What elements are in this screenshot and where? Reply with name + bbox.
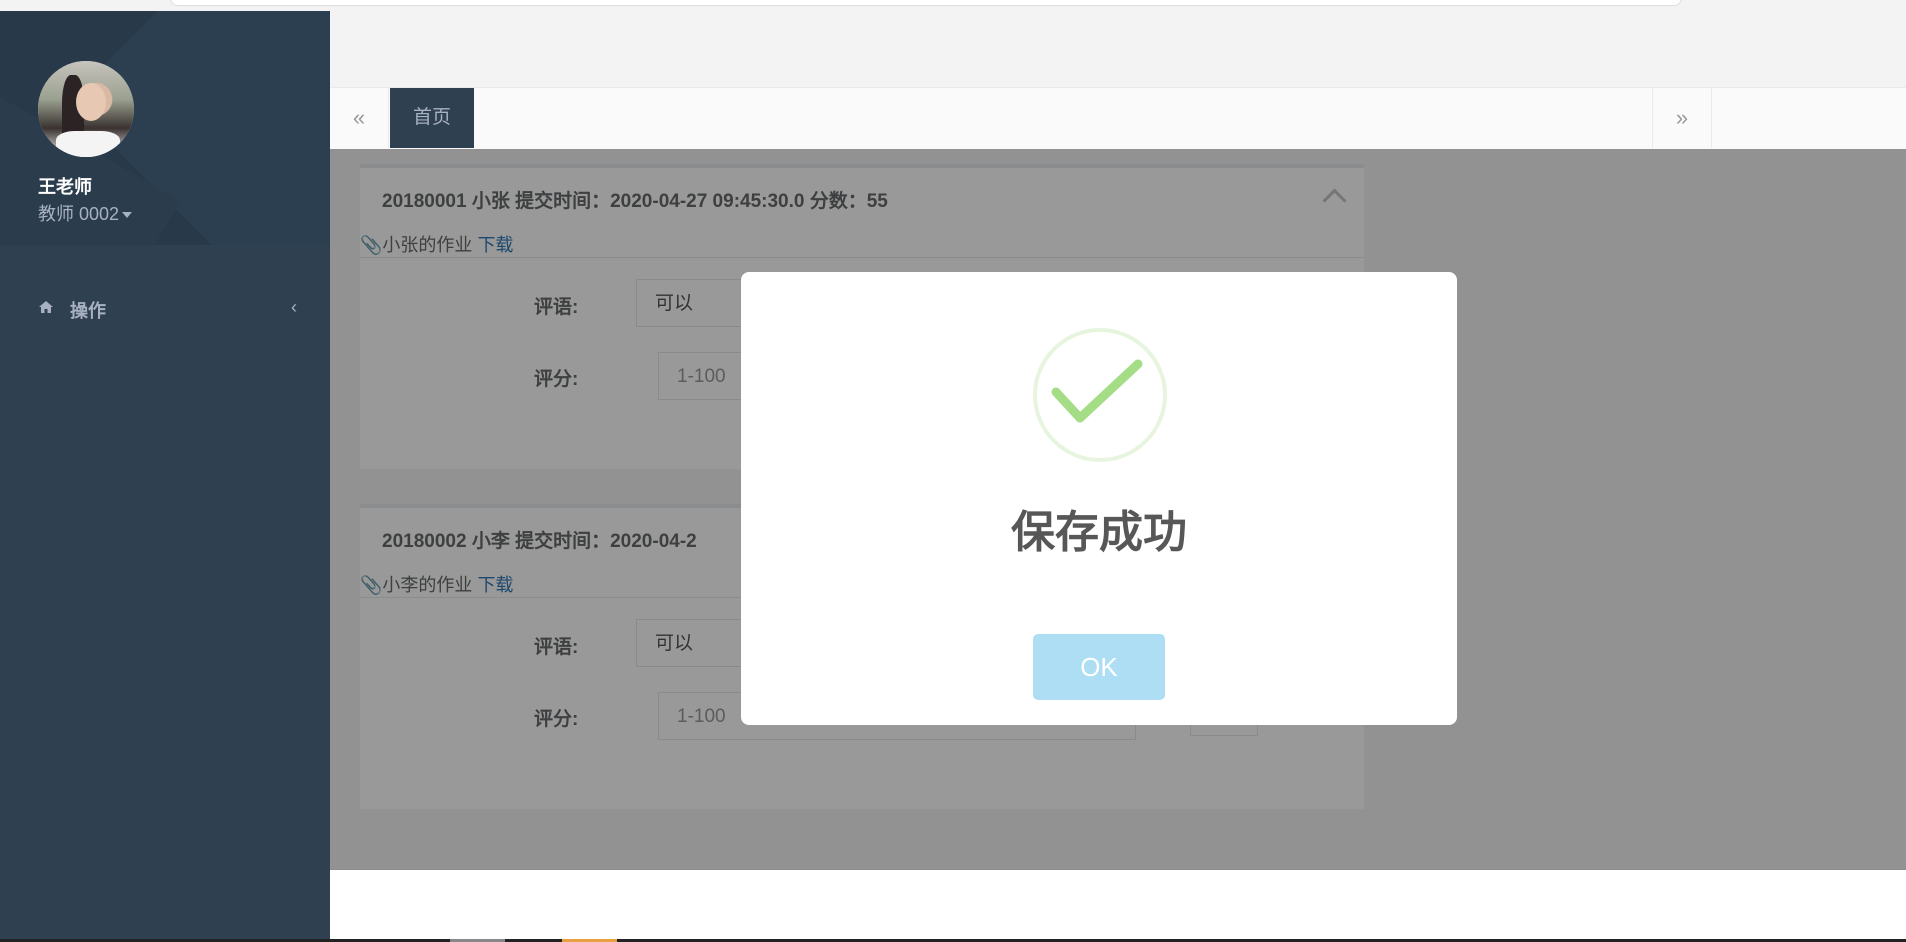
sidebar-item-label: 操作 [70, 301, 106, 321]
avatar[interactable] [38, 61, 134, 157]
footer [330, 869, 1906, 940]
user-role-dropdown[interactable]: 教师 0002 [38, 200, 133, 226]
avatar-face [76, 83, 106, 121]
address-bar[interactable] [170, 0, 1682, 6]
caret-down-icon [122, 212, 133, 219]
user-role-label: 教师 0002 [38, 204, 120, 224]
home-icon [39, 301, 53, 313]
dialog-title: 保存成功 [1011, 508, 1187, 557]
avatar-shirt [56, 131, 120, 157]
tab-scroll-right-button[interactable]: » [1652, 88, 1712, 148]
tab-scroll-left-button[interactable]: « [330, 88, 389, 148]
profile-header: 王老师 教师 0002 [0, 11, 330, 245]
success-dialog: 保存成功 OK [741, 272, 1457, 725]
ok-button[interactable]: OK [1033, 634, 1165, 700]
username: 王老师 [38, 177, 92, 197]
sidebar-item-operations[interactable]: 操作 ‹ [0, 285, 330, 331]
tab-bar: « 首页 » [330, 87, 1906, 153]
sidebar: 王老师 教师 0002 操作 ‹ [0, 11, 330, 939]
tab-home[interactable]: 首页 [390, 88, 474, 148]
chevron-left-icon: ‹ [291, 297, 297, 317]
success-check-icon [1051, 359, 1143, 423]
